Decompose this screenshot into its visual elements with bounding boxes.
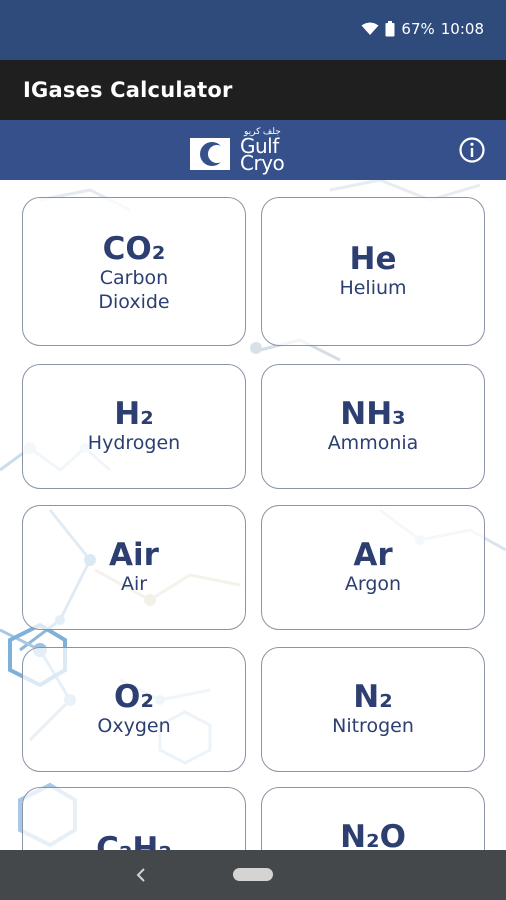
logo-word-cryo: Cryo (240, 151, 285, 175)
gas-name: Argon (344, 573, 402, 595)
gas-name: Ammonia (327, 432, 419, 454)
gas-card-n2o[interactable]: N₂O (261, 787, 485, 850)
gas-formula: N₂ (353, 679, 393, 715)
gas-card-nh3[interactable]: NH₃ Ammonia (261, 364, 485, 489)
gas-formula: C₂H₂ (96, 831, 172, 850)
gas-card-ar[interactable]: Ar Argon (261, 505, 485, 630)
brand-bar: جلف كريو Gulf Cryo (0, 120, 506, 180)
status-indicators: 67% 10:08 (361, 20, 484, 38)
gas-name: Nitrogen (332, 715, 414, 737)
info-icon[interactable] (458, 136, 486, 164)
gulf-cryo-logo: جلف كريو Gulf Cryo (190, 126, 325, 175)
gas-name: Air (120, 573, 148, 595)
gas-formula: Ar (353, 537, 393, 573)
battery-icon (385, 21, 395, 37)
battery-percent: 67% (401, 20, 435, 38)
gas-formula: NH₃ (340, 396, 406, 432)
gas-formula: Air (109, 537, 159, 573)
gas-name: Helium (339, 277, 407, 299)
clock: 10:08 (440, 20, 484, 38)
gas-card-c2h2[interactable]: C₂H₂ (22, 787, 246, 850)
gas-name: Dioxide (98, 291, 170, 313)
gas-card-n2[interactable]: N₂ Nitrogen (261, 647, 485, 772)
gas-name: Oxygen (97, 715, 171, 737)
gas-name: Carbon (99, 267, 169, 289)
gas-card-he[interactable]: He Helium (261, 197, 485, 346)
logo-mark-icon (190, 138, 230, 170)
back-icon[interactable] (132, 866, 150, 884)
gas-grid-area[interactable]: CO₂ Carbon Dioxide He Helium H₂ Hydrogen… (0, 180, 506, 850)
gas-card-air[interactable]: Air Air (22, 505, 246, 630)
gas-card-co2[interactable]: CO₂ Carbon Dioxide (22, 197, 246, 346)
gas-formula: H₂ (114, 396, 154, 432)
gas-card-o2[interactable]: O₂ Oxygen (22, 647, 246, 772)
gas-formula: N₂O (340, 819, 406, 850)
wifi-icon (361, 22, 379, 35)
gas-name: Hydrogen (87, 432, 181, 454)
app-bar: IGases Calculator (0, 60, 506, 120)
gas-formula: CO₂ (102, 231, 166, 267)
gas-card-h2[interactable]: H₂ Hydrogen (22, 364, 246, 489)
gas-formula: He (349, 241, 397, 277)
gas-formula: O₂ (114, 679, 154, 715)
system-nav-bar (0, 850, 506, 900)
app-title: IGases Calculator (23, 78, 233, 102)
status-bar: 67% 10:08 (0, 0, 506, 60)
home-pill[interactable] (233, 868, 273, 881)
